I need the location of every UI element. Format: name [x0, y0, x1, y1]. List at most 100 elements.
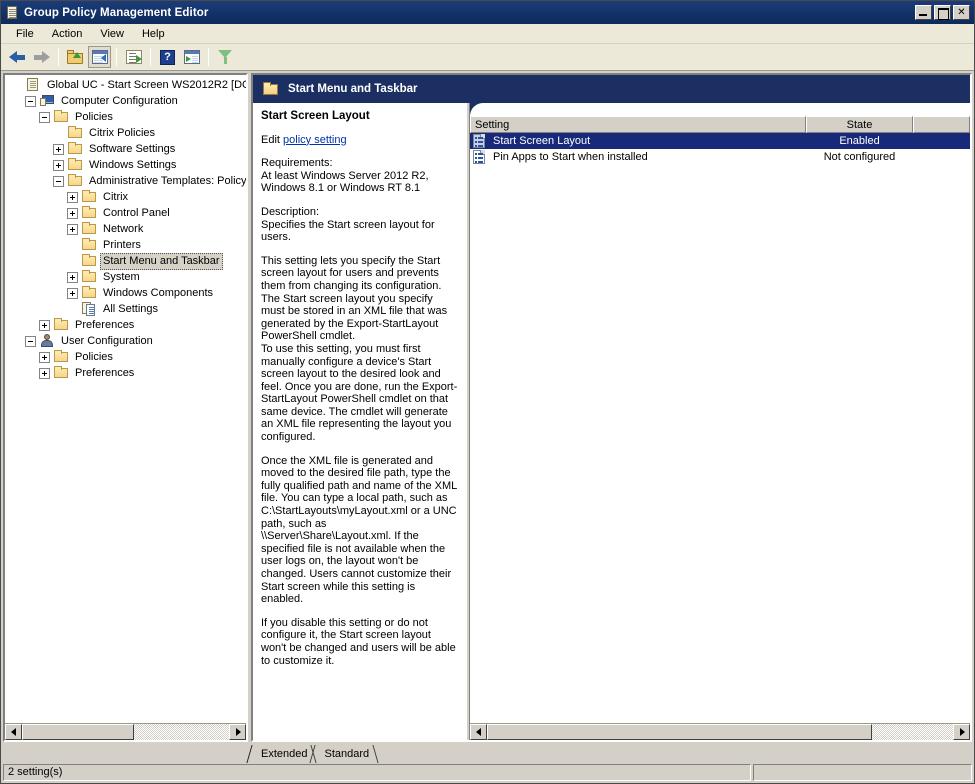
- folder-icon: [81, 190, 98, 204]
- tree-node-label: Administrative Templates: Policy: [89, 174, 246, 187]
- forward-button[interactable]: [30, 46, 53, 68]
- view-tabs: Extended Standard: [1, 744, 974, 763]
- main-body: Global UC - Start Screen WS2012R2 [DC03.…: [1, 71, 974, 744]
- minimize-button[interactable]: [915, 5, 932, 20]
- tree-node-computer-configuration[interactable]: Computer Configuration: [7, 93, 246, 109]
- result-pane-header: Start Menu and Taskbar: [253, 75, 970, 103]
- menu-item-file[interactable]: File: [7, 26, 43, 42]
- folder-icon: [53, 366, 70, 380]
- settings-list-row[interactable]: Pin Apps to Start when installed Not conf…: [470, 149, 970, 165]
- description-block: Description: Specifies the Start screen …: [261, 206, 458, 244]
- setting-description-pane: Start Screen Layout Edit policy setting …: [253, 103, 466, 740]
- settings-list-header: Setting State: [470, 116, 970, 133]
- list-scroll-track[interactable]: [487, 724, 953, 740]
- expander-plus-icon[interactable]: [67, 207, 78, 219]
- filter-button[interactable]: [214, 46, 237, 68]
- tree-scroll-track[interactable]: [22, 724, 229, 740]
- tree-node-policies[interactable]: Policies: [7, 109, 246, 125]
- description-text: Specifies the Start screen layout for us…: [261, 218, 435, 244]
- help-button[interactable]: ?: [156, 46, 179, 68]
- settings-list-row[interactable]: Start Screen Layout Enabled: [470, 133, 970, 149]
- tree-node-label: Start Menu and Taskbar: [100, 252, 223, 270]
- tree-node-label: Computer Configuration: [61, 94, 178, 107]
- tree-node-policies[interactable]: Policies: [7, 349, 246, 365]
- tab-standard[interactable]: Standard: [309, 745, 379, 763]
- policy-setting-link[interactable]: policy setting: [283, 134, 347, 146]
- list-scroll-thumb[interactable]: [487, 724, 872, 740]
- tab-extended[interactable]: Extended: [246, 745, 318, 763]
- tree-node-citrix[interactable]: Citrix: [7, 189, 246, 205]
- show-hide-tree-button[interactable]: [88, 46, 111, 68]
- tree-node-printers[interactable]: Printers: [7, 237, 246, 253]
- tree-node-user-configuration[interactable]: User Configuration: [7, 333, 246, 349]
- description-paragraph-2: Once the XML file is generated and moved…: [261, 454, 457, 606]
- tab-standard-label: Standard: [324, 748, 370, 760]
- toolbar-separator: [58, 48, 59, 66]
- folder-up-icon: [67, 50, 84, 64]
- group-policy-management-editor-window: Group Policy Management Editor ✕ File Ac…: [0, 0, 975, 784]
- folder-icon: [81, 238, 98, 252]
- maximize-button[interactable]: [934, 5, 951, 20]
- tree-node-administrative-templates-policy[interactable]: Administrative Templates: Policy: [7, 173, 246, 189]
- tree-node-preferences[interactable]: Preferences: [7, 365, 246, 381]
- expander-plus-icon[interactable]: [67, 223, 78, 235]
- settings-list-horizontal-scrollbar[interactable]: [470, 723, 970, 740]
- tree-scroll-thumb[interactable]: [22, 724, 134, 740]
- expander-plus-icon[interactable]: [67, 271, 78, 283]
- edit-policy-setting-row: Edit policy setting: [261, 134, 458, 147]
- tree-horizontal-scrollbar[interactable]: [5, 723, 246, 740]
- tree-node-start-menu-and-taskbar[interactable]: Start Menu and Taskbar: [7, 252, 246, 270]
- column-header-setting[interactable]: Setting: [470, 116, 806, 133]
- status-text-secondary: [753, 763, 972, 781]
- expander-minus-icon[interactable]: [25, 335, 36, 347]
- back-arrow-icon: [9, 50, 26, 64]
- setting-name-cell: Start Screen Layout: [470, 134, 806, 148]
- tree-node-preferences[interactable]: Preferences: [7, 317, 246, 333]
- expander-plus-icon[interactable]: [53, 143, 64, 155]
- tree-scroll-right-button[interactable]: [229, 724, 246, 740]
- tree-node-system[interactable]: System: [7, 269, 246, 285]
- tree-node-label: All Settings: [103, 302, 159, 315]
- tree-node-all-settings[interactable]: All Settings: [7, 301, 246, 317]
- expander-minus-icon[interactable]: [39, 111, 50, 123]
- description-label: Description:: [261, 205, 320, 218]
- tree-node-control-panel[interactable]: Control Panel: [7, 205, 246, 221]
- export-list-button[interactable]: [122, 46, 145, 68]
- tree-scroll-left-button[interactable]: [5, 724, 22, 740]
- close-button[interactable]: ✕: [953, 5, 970, 20]
- expander-minus-icon[interactable]: [53, 175, 64, 187]
- back-button[interactable]: [6, 46, 29, 68]
- menu-item-action[interactable]: Action: [43, 26, 92, 42]
- tree-node-citrix-policies[interactable]: Citrix Policies: [7, 125, 246, 141]
- up-one-level-button[interactable]: [64, 46, 87, 68]
- expander-plus-icon[interactable]: [67, 191, 78, 203]
- menu-item-help[interactable]: Help: [133, 26, 174, 42]
- column-header-state[interactable]: State: [806, 116, 913, 133]
- tree-node-network[interactable]: Network: [7, 221, 246, 237]
- expander-plus-icon[interactable]: [39, 319, 50, 331]
- tree-node-software-settings[interactable]: Software Settings: [7, 141, 246, 157]
- status-bar: 2 setting(s): [1, 763, 974, 783]
- list-scroll-right-button[interactable]: [953, 724, 970, 740]
- tree-node-label: Preferences: [75, 366, 135, 379]
- expander-plus-icon[interactable]: [39, 367, 50, 379]
- tree-node-windows-settings[interactable]: Windows Settings: [7, 157, 246, 173]
- menu-item-view[interactable]: View: [91, 26, 133, 42]
- expander-plus-icon[interactable]: [39, 351, 50, 363]
- expander-plus-icon[interactable]: [53, 159, 64, 171]
- expander-plus-icon[interactable]: [67, 287, 78, 299]
- expander-minus-icon[interactable]: [25, 95, 36, 107]
- folder-icon: [81, 222, 98, 236]
- column-header-blank[interactable]: [913, 116, 970, 133]
- settings-list-pane: Setting State Start Screen Layout Enabled…: [470, 103, 970, 740]
- tree-node-global-uc-start-screen-ws2012r2-dc03-c[interactable]: Global UC - Start Screen WS2012R2 [DC03.…: [7, 77, 246, 93]
- list-scroll-left-button[interactable]: [470, 724, 487, 740]
- policy-setting-icon: [473, 134, 486, 148]
- tree-node-windows-components[interactable]: Windows Components: [7, 285, 246, 301]
- new-window-button[interactable]: [180, 46, 203, 68]
- setting-description-body[interactable]: Start Screen Layout Edit policy setting …: [253, 103, 466, 740]
- export-list-icon: [125, 50, 142, 64]
- console-tree-scroll-area[interactable]: Global UC - Start Screen WS2012R2 [DC03.…: [5, 75, 246, 723]
- requirements-label: Requirements:: [261, 157, 333, 170]
- console-tree-icon: [91, 50, 108, 64]
